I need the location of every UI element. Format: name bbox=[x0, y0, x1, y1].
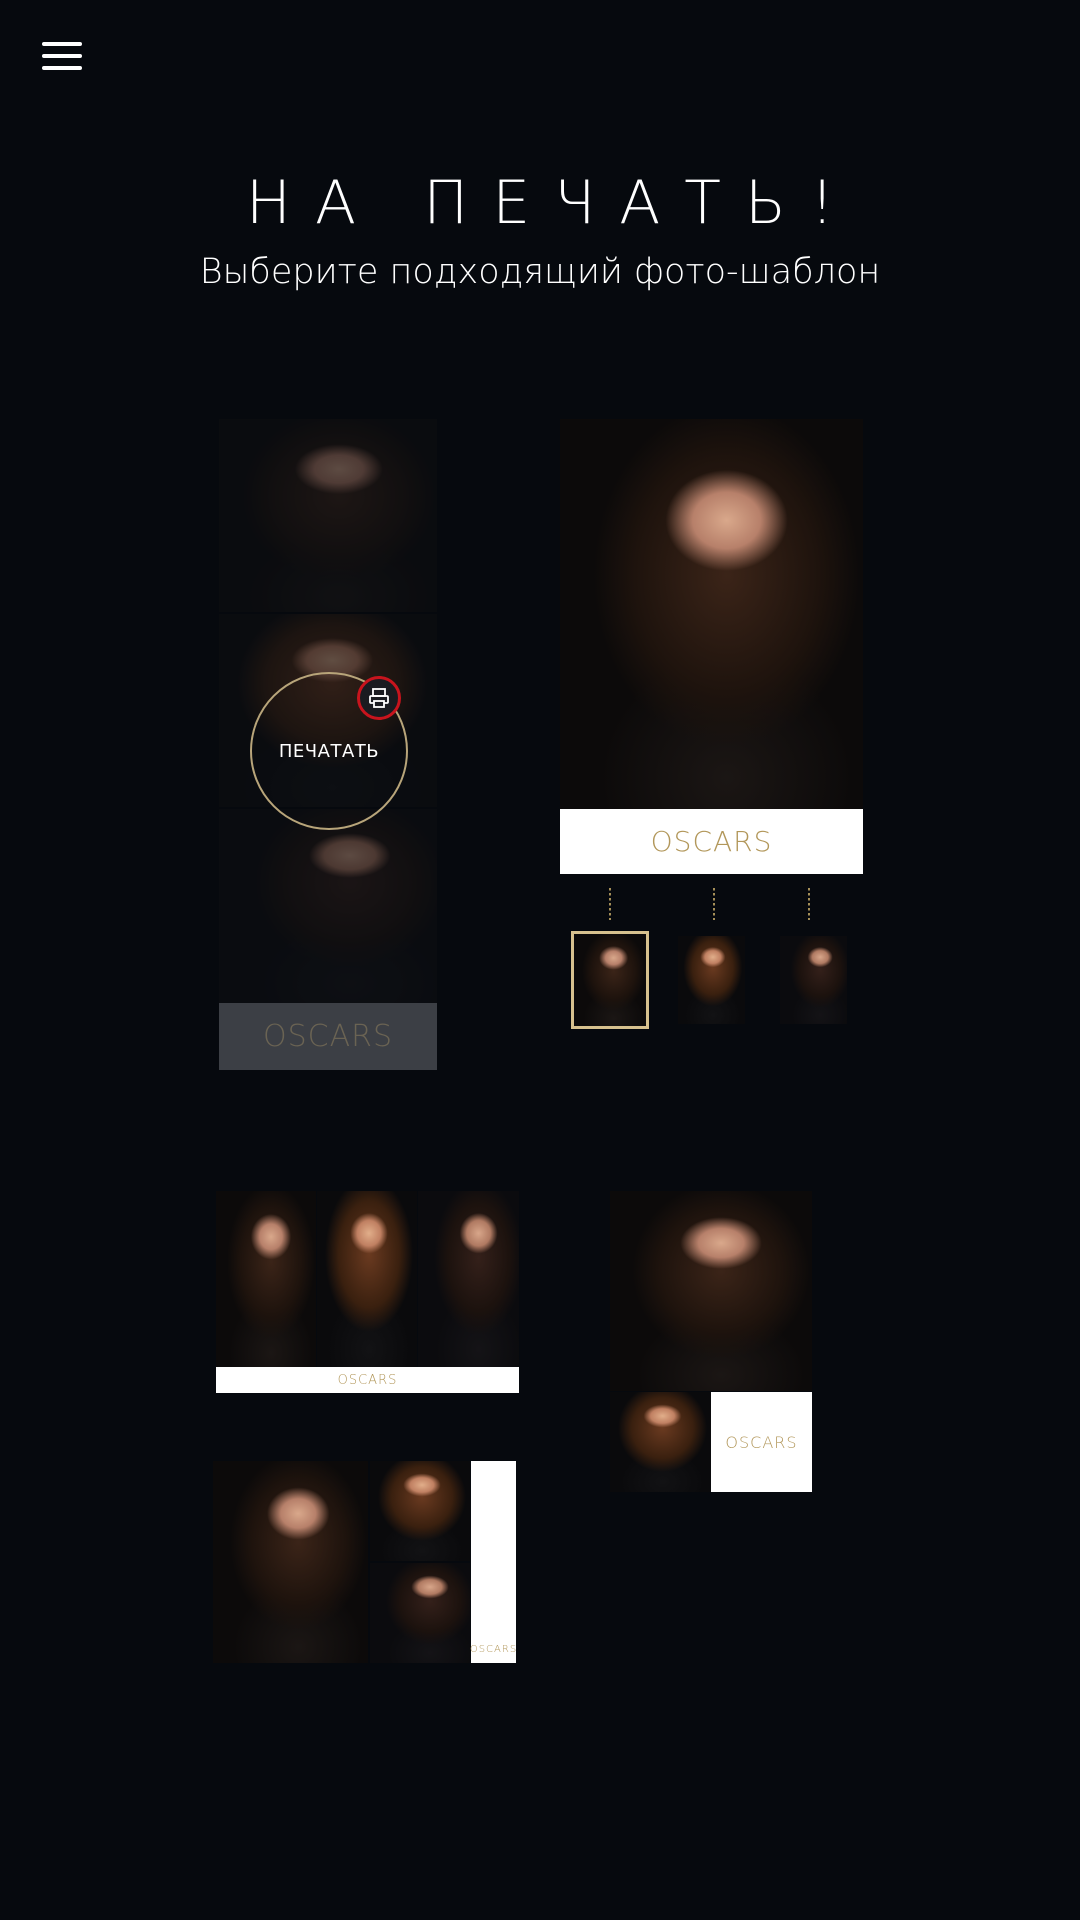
strip-photo-1 bbox=[219, 419, 437, 612]
connector-dots bbox=[609, 888, 611, 920]
triple-photo-3 bbox=[418, 1191, 519, 1367]
grid-photo-large bbox=[610, 1191, 812, 1391]
mixed-photo-bottom bbox=[370, 1563, 470, 1663]
menu-button[interactable] bbox=[42, 42, 82, 70]
triple-oscars-band: OSCARS bbox=[216, 1367, 519, 1393]
single-oscars-band: OSCARS bbox=[560, 809, 863, 874]
thumbnail-3[interactable] bbox=[780, 936, 847, 1024]
oscars-logo: OSCARS bbox=[469, 1644, 518, 1655]
oscars-logo: OSCARS bbox=[262, 1019, 393, 1054]
thumbnail-2[interactable] bbox=[678, 936, 745, 1024]
triple-photo-2 bbox=[317, 1191, 417, 1367]
page-title: НА ПЕЧАТЬ! bbox=[245, 168, 859, 238]
single-photo bbox=[560, 419, 863, 809]
hamburger-menu-icon bbox=[42, 42, 82, 46]
printer-icon bbox=[369, 688, 389, 708]
mixed-photo-large bbox=[213, 1461, 368, 1663]
mixed-photo-top bbox=[370, 1461, 470, 1561]
strip-oscars-band: OSCARS bbox=[219, 1003, 437, 1070]
oscars-logo: OSCARS bbox=[650, 825, 773, 858]
oscars-logo: OSCARS bbox=[725, 1432, 798, 1452]
oscars-logo: OSCARS bbox=[337, 1372, 398, 1388]
print-icon-button[interactable] bbox=[357, 676, 401, 720]
thumbnail-1[interactable] bbox=[571, 931, 649, 1029]
connector-dots bbox=[713, 888, 715, 920]
connector-dots bbox=[808, 888, 810, 920]
page-subtitle: Выберите подходящий фото-шаблон bbox=[199, 252, 881, 292]
print-label: ПЕЧАТАТЬ bbox=[278, 740, 380, 762]
mixed-oscars-band: OSCARS bbox=[469, 1461, 518, 1663]
grid-photo-small bbox=[610, 1392, 711, 1492]
triple-photo-1 bbox=[216, 1191, 316, 1367]
grid-oscars-band: OSCARS bbox=[711, 1392, 812, 1492]
strip-photo-3 bbox=[219, 809, 437, 1003]
